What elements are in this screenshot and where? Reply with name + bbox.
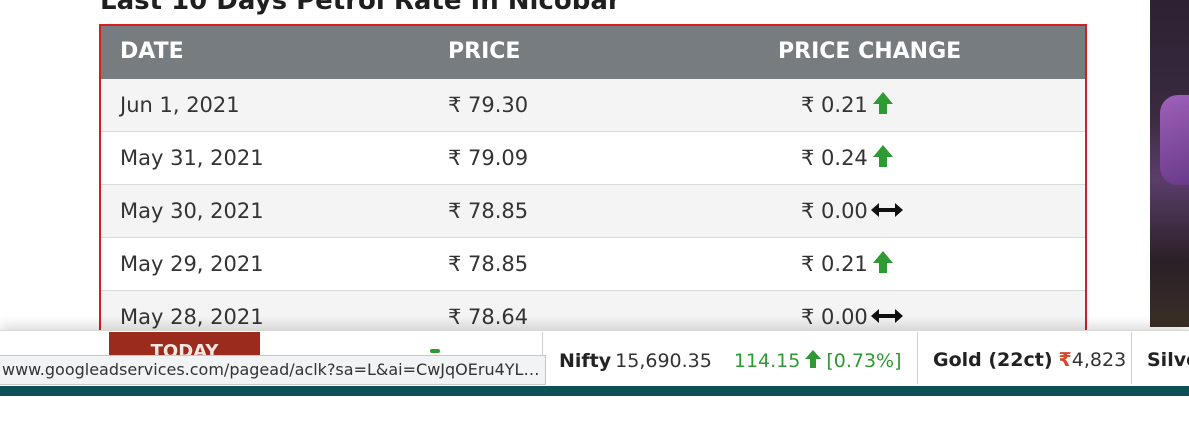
row-change: ₹ 0.00 bbox=[801, 199, 868, 223]
row-date: May 28, 2021 bbox=[120, 305, 264, 329]
row-date: May 31, 2021 bbox=[120, 146, 264, 170]
table-row: May 29, 2021 ₹ 78.85 ₹ 0.21 bbox=[101, 238, 1085, 291]
table-header-row: DATE PRICE PRICE CHANGE bbox=[101, 26, 1085, 79]
row-change: ₹ 0.24 bbox=[801, 146, 868, 170]
row-change: ₹ 0.21 bbox=[801, 93, 868, 117]
ticker-gold[interactable]: Gold (22ct) ₹4,823 bbox=[933, 349, 1126, 371]
ticker-divider bbox=[917, 332, 918, 384]
rupee-icon: ₹ bbox=[1058, 349, 1072, 371]
no-change-icon bbox=[871, 203, 903, 217]
row-change: ₹ 0.00 bbox=[801, 305, 868, 329]
page-title: Last 10 Days Petrol Rate In Nicobar bbox=[100, 0, 621, 16]
header-price: PRICE bbox=[448, 39, 521, 64]
no-change-icon bbox=[871, 309, 903, 323]
row-price: ₹ 78.85 bbox=[448, 252, 529, 276]
row-date: May 29, 2021 bbox=[120, 252, 264, 276]
table-row: May 30, 2021 ₹ 78.85 ₹ 0.00 bbox=[101, 185, 1085, 238]
row-date: Jun 1, 2021 bbox=[120, 93, 240, 117]
side-ad-image[interactable] bbox=[1150, 0, 1189, 327]
header-price-change: PRICE CHANGE bbox=[778, 39, 962, 64]
nifty-percent: [0.73%] bbox=[826, 350, 902, 372]
gold-value: 4,823 bbox=[1071, 349, 1127, 371]
table-row: Jun 1, 2021 ₹ 79.30 ₹ 0.21 bbox=[101, 79, 1085, 132]
table-body: Jun 1, 2021 ₹ 79.30 ₹ 0.21 May 31, 2021 … bbox=[101, 79, 1085, 344]
header-date: DATE bbox=[120, 39, 184, 64]
up-arrow-icon bbox=[873, 92, 893, 114]
nifty-value: 15,690.35 bbox=[615, 350, 712, 372]
row-price: ₹ 79.30 bbox=[448, 93, 529, 117]
nifty-label: Nifty bbox=[559, 350, 612, 372]
up-arrow-icon bbox=[805, 350, 822, 368]
row-price: ₹ 78.85 bbox=[448, 199, 529, 223]
row-change: ₹ 0.21 bbox=[801, 252, 868, 276]
ticker-bottom-strip bbox=[0, 386, 1189, 396]
table-row: May 31, 2021 ₹ 79.09 ₹ 0.24 bbox=[101, 132, 1085, 185]
up-arrow-icon bbox=[873, 145, 893, 167]
ticker-silver[interactable]: Silve bbox=[1147, 349, 1189, 371]
browser-status-url: www.googleadservices.com/pagead/aclk?sa=… bbox=[0, 355, 546, 385]
row-date: May 30, 2021 bbox=[120, 199, 264, 223]
row-price: ₹ 78.64 bbox=[448, 305, 529, 329]
gold-label: Gold (22ct) bbox=[933, 349, 1053, 371]
row-price: ₹ 79.09 bbox=[448, 146, 529, 170]
partial-up-arrow-icon bbox=[430, 349, 440, 353]
ticker-nifty[interactable]: Nifty 15,690.35 114.15 [0.73%] bbox=[559, 349, 902, 372]
ticker-divider bbox=[1131, 332, 1132, 384]
up-arrow-icon bbox=[873, 251, 893, 273]
nifty-change: 114.15 bbox=[733, 350, 801, 372]
ad-image-highlight bbox=[1160, 95, 1189, 185]
